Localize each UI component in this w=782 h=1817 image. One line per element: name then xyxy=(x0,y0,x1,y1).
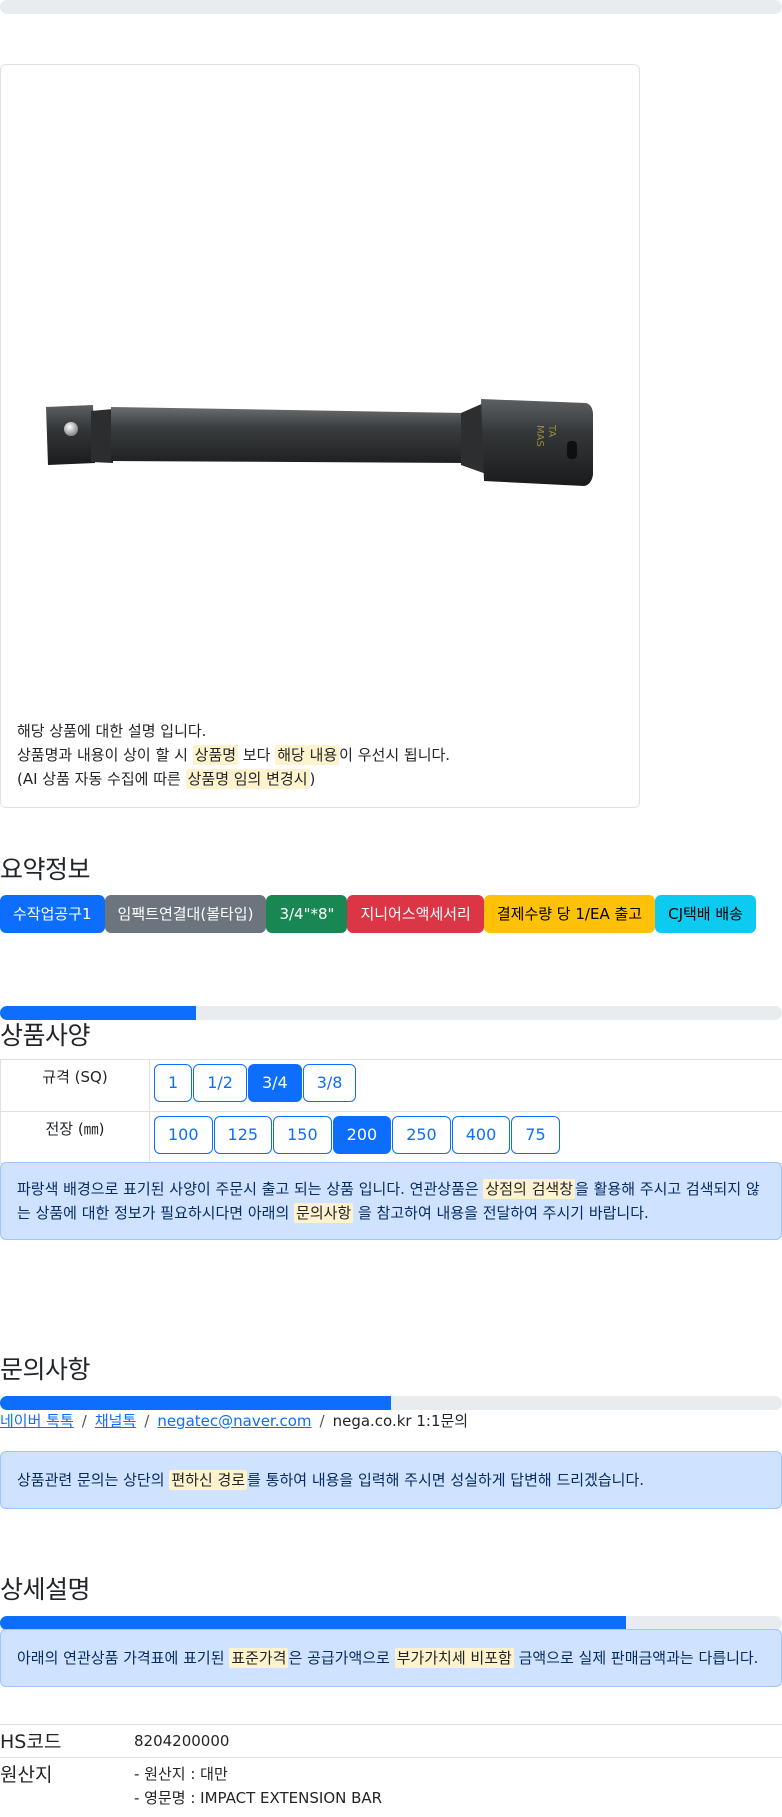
image-progress-bar xyxy=(0,0,782,14)
hs-code-row: HS코드 8204200000 xyxy=(0,1724,782,1757)
highlight-product-name: 상품명 xyxy=(192,745,239,765)
description-text: (AI 상품 자동 수집에 따른 xyxy=(17,770,186,788)
summary-badge: CJ택배 배송 xyxy=(655,895,756,933)
summary-badge: 결제수량 당 1/EA 출고 xyxy=(483,895,656,933)
link-separator: / xyxy=(319,1412,325,1430)
spec-option-button[interactable]: 125 xyxy=(213,1116,273,1154)
highlight-search: 상점의 검색창 xyxy=(483,1179,576,1199)
summary-badge: 수작업공구1 xyxy=(0,895,105,933)
notice-text: 파랑색 배경으로 표기된 사양이 주문시 출고 되는 상품 입니다. 연관상품은 xyxy=(17,1180,484,1198)
hs-code-value: 8204200000 xyxy=(134,1732,230,1750)
spec-options: 100 125 150 200 250 400 75 xyxy=(154,1116,561,1154)
spec-row: 전장 (㎜) 100 125 150 200 250 400 75 xyxy=(0,1112,782,1164)
origin-value: - 원산지 : 대만 - 영문명 : IMPACT EXTENSION BAR xyxy=(134,1762,382,1810)
specs-progress-bar xyxy=(0,1006,782,1020)
svg-text:TA: TA xyxy=(546,424,557,437)
origin-english-name: - 영문명 : IMPACT EXTENSION BAR xyxy=(134,1789,383,1807)
inquiry-notice: 상품관련 문의는 상단의 편하신 경로 를 통하여 내용을 입력해 주시면 성실하… xyxy=(0,1451,782,1509)
one-to-one-inquiry-text: nega.co.kr 1:1문의 xyxy=(332,1412,469,1430)
spec-row: 규격 (SQ) 1 1/2 3/4 3/8 xyxy=(0,1060,782,1112)
inquiry-title: 문의사항 xyxy=(0,1355,91,1384)
email-link[interactable]: negatec@naver.com xyxy=(157,1412,311,1430)
notice-text: 상품관련 문의는 상단의 xyxy=(17,1471,170,1489)
highlight-vat-excluded: 부가가치세 비포함 xyxy=(394,1648,514,1668)
spec-option-button[interactable]: 1/2 xyxy=(193,1064,247,1102)
impact-extension-bar-image: MAS TA xyxy=(46,399,593,486)
product-description: 해당 상품에 대한 설명 입니다. 상품명과 내용이 상이 할 시 상품명 보다… xyxy=(17,719,450,791)
origin-row: 원산지 - 원산지 : 대만 - 영문명 : IMPACT EXTENSION … xyxy=(0,1757,782,1817)
description-line-2: 상품명과 내용이 상이 할 시 상품명 보다 해당 내용 이 우선시 됩니다. xyxy=(17,743,450,767)
highlight-standard-price: 표준가격 xyxy=(229,1648,289,1668)
inquiry-links: 네이버 톡톡 / 채널톡 / negatec@naver.com / nega.co.kr … xyxy=(0,1410,468,1431)
summary-badge: 지니어스액세서리 xyxy=(347,895,484,933)
spec-option-button[interactable]: 150 xyxy=(273,1116,332,1154)
summary-badge: 임팩트연결대(볼타입) xyxy=(104,895,267,933)
spec-option-button[interactable]: 75 xyxy=(511,1116,560,1154)
description-line-1: 해당 상품에 대한 설명 입니다. xyxy=(17,722,207,740)
highlight-content: 해당 내용 xyxy=(275,745,340,765)
notice-text: 을 참고하여 내용을 전달하여 주시기 바랍니다. xyxy=(353,1204,649,1222)
summary-badges: 수작업공구1 임팩트연결대(볼타입) 3/4"*8" 지니어스액세서리 결제수량 당 1… xyxy=(0,895,756,933)
spec-option-button[interactable]: 100 xyxy=(154,1116,213,1154)
origin-label: 원산지 xyxy=(0,1764,53,1786)
naver-talk-link[interactable]: 네이버 톡톡 xyxy=(0,1412,74,1430)
highlight-name-change: 상품명 임의 변경시 xyxy=(185,769,310,789)
summary-title: 요약정보 xyxy=(0,855,91,884)
notice-text: 아래의 연관상품 가격표에 표기된 xyxy=(17,1649,230,1667)
description-text: 상품명과 내용이 상이 할 시 xyxy=(17,746,193,764)
detail-progress-fill xyxy=(0,1616,626,1630)
spec-option-button[interactable]: 3/8 xyxy=(302,1064,357,1102)
spec-option-button[interactable]: 1 xyxy=(154,1064,193,1102)
spec-notice: 파랑색 배경으로 표기된 사양이 주문시 출고 되는 상품 입니다. 연관상품은… xyxy=(0,1162,782,1240)
link-separator: / xyxy=(81,1412,87,1430)
summary-badge: 3/4"*8" xyxy=(266,895,348,933)
product-image-card: MAS TA 해당 상품에 대한 설명 입니다. 상품명과 내용이 상이 할 시… xyxy=(0,64,640,808)
channel-talk-link[interactable]: 채널톡 xyxy=(95,1412,136,1430)
highlight-route: 편하신 경로 xyxy=(169,1470,248,1490)
spec-option-button[interactable]: 400 xyxy=(451,1116,511,1154)
highlight-inquiry: 문의사항 xyxy=(294,1203,354,1223)
detail-title: 상세설명 xyxy=(0,1575,91,1604)
notice-text: 금액으로 실제 판매금액과는 다릅니다. xyxy=(513,1649,759,1667)
description-text: ) xyxy=(309,770,316,788)
hs-code-label: HS코드 xyxy=(0,1731,62,1753)
product-info-table: HS코드 8204200000 원산지 - 원산지 : 대만 - 영문명 : I… xyxy=(0,1724,782,1817)
link-separator: / xyxy=(144,1412,150,1430)
detail-progress-bar xyxy=(0,1616,782,1630)
spec-option-button[interactable]: 200 xyxy=(332,1116,392,1154)
spec-table: 규격 (SQ) 1 1/2 3/4 3/8 전장 (㎜) 100 125 150 200 250 40… xyxy=(0,1059,782,1164)
description-text: 이 우선시 됩니다. xyxy=(339,746,451,764)
notice-text: 은 공급가액으로 xyxy=(288,1649,395,1667)
image-progress-fill xyxy=(0,0,782,14)
spec-label: 규격 (SQ) xyxy=(0,1060,150,1111)
notice-text: 를 통하여 내용을 입력해 주시면 성실하게 답변해 드리겠습니다. xyxy=(247,1471,645,1489)
svg-text:MAS: MAS xyxy=(534,425,545,447)
inquiry-progress-bar xyxy=(0,1396,782,1410)
description-text: 보다 xyxy=(238,746,276,764)
origin-country: - 원산지 : 대만 xyxy=(134,1765,228,1783)
specs-title: 상품사양 xyxy=(0,1021,91,1050)
price-notice: 아래의 연관상품 가격표에 표기된 표준가격 은 공급가액으로 부가가치세 비포함… xyxy=(0,1629,782,1687)
spec-options: 1 1/2 3/4 3/8 xyxy=(154,1064,357,1102)
spec-option-button[interactable]: 3/4 xyxy=(247,1064,302,1102)
spec-option-button[interactable]: 250 xyxy=(392,1116,451,1154)
spec-label: 전장 (㎜) xyxy=(0,1112,150,1163)
description-line-3: (AI 상품 자동 수집에 따른 상품명 임의 변경시) xyxy=(17,767,450,791)
inquiry-progress-fill xyxy=(0,1396,391,1410)
